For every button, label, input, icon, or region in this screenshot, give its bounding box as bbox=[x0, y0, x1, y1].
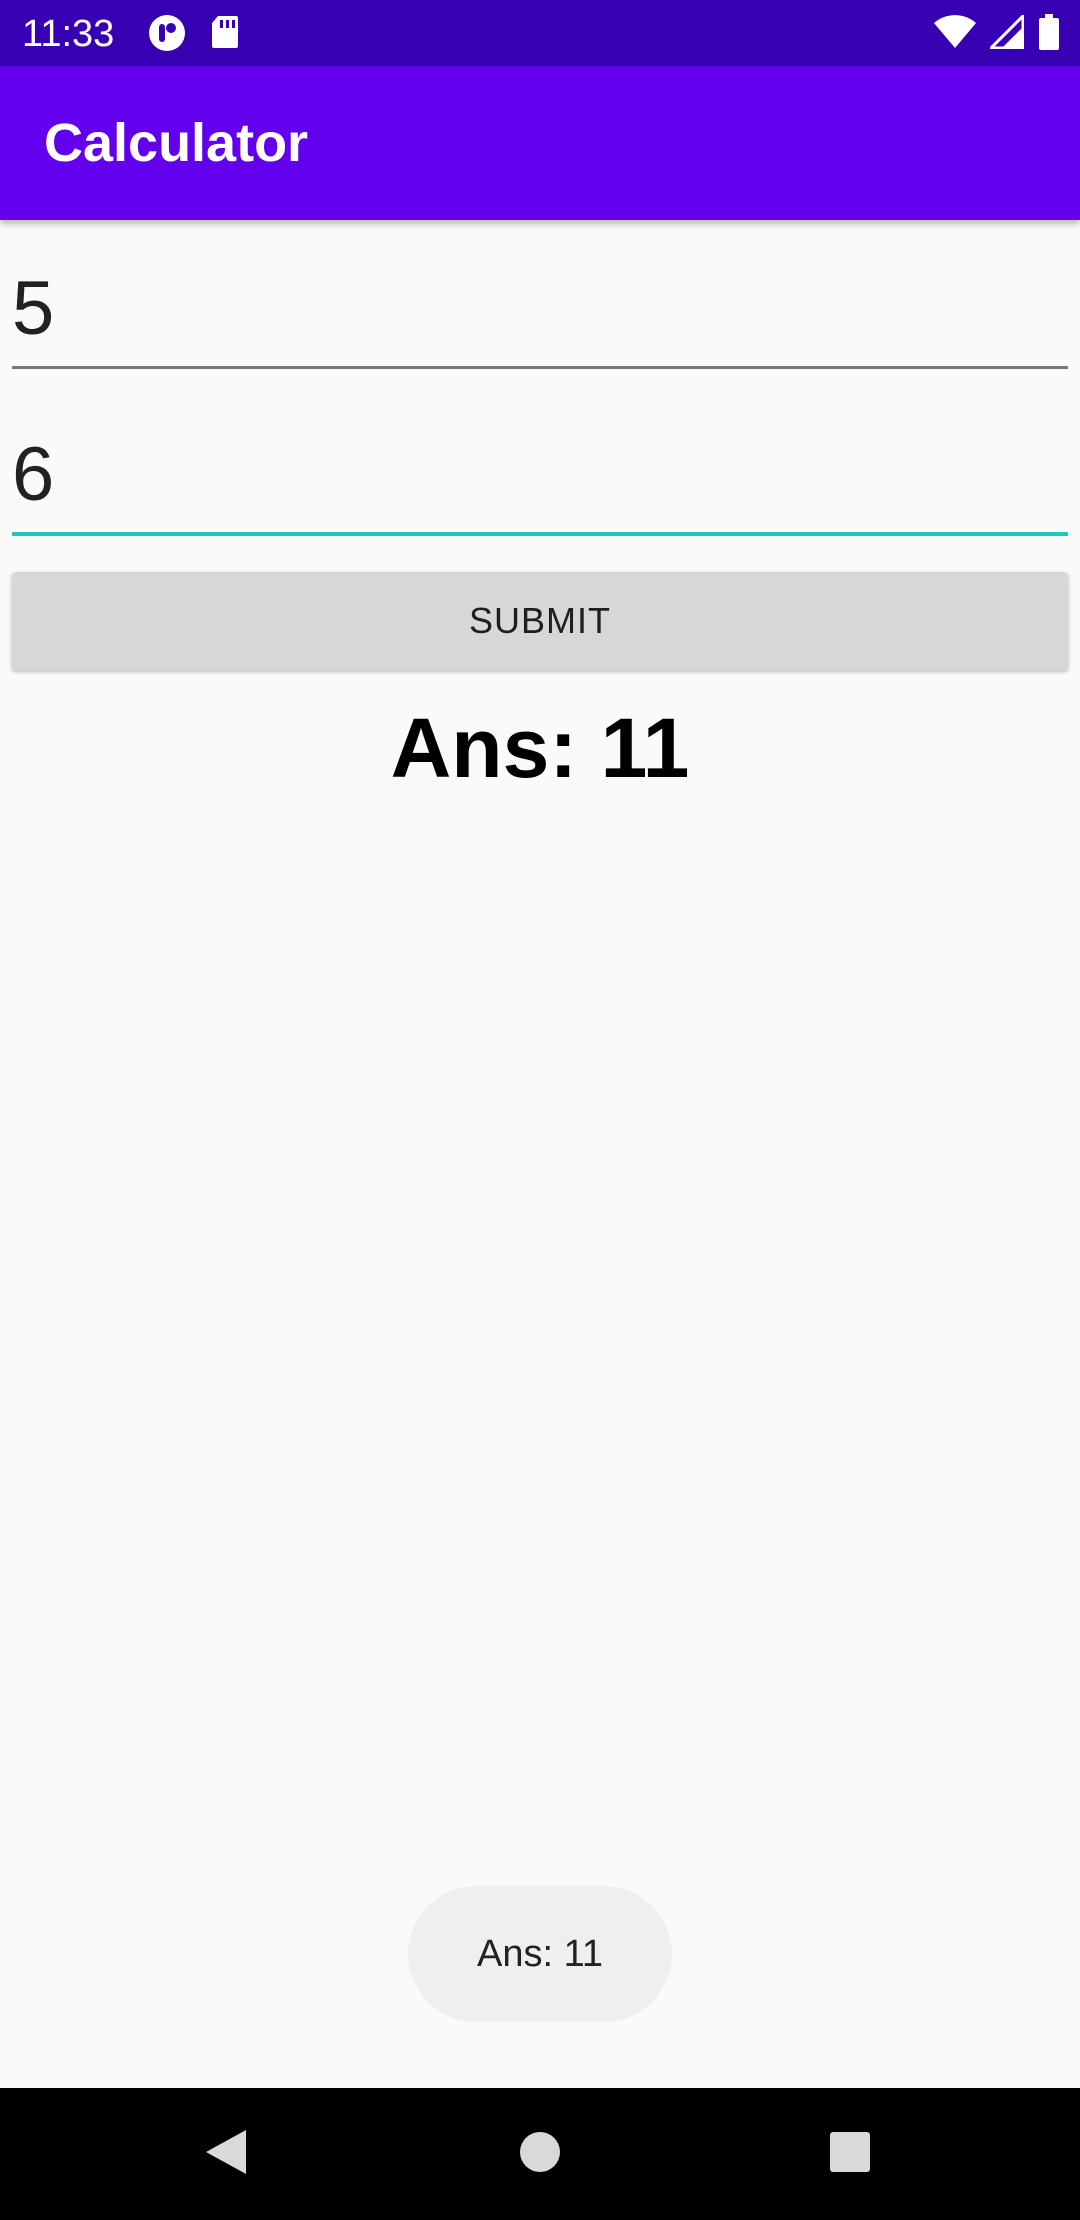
home-button[interactable] bbox=[500, 2088, 580, 2220]
app-bar: Calculator bbox=[0, 66, 1080, 220]
home-icon bbox=[519, 2131, 561, 2178]
signal-icon bbox=[990, 15, 1024, 49]
sd-card-icon bbox=[210, 14, 240, 52]
back-button[interactable] bbox=[186, 2088, 266, 2220]
recents-button[interactable] bbox=[810, 2088, 890, 2220]
submit-button[interactable]: SUBMIT bbox=[12, 572, 1068, 670]
app-title: Calculator bbox=[44, 113, 309, 173]
recents-icon bbox=[829, 2131, 871, 2178]
first-number-input[interactable] bbox=[12, 250, 1068, 366]
notification-app-icon bbox=[148, 14, 186, 52]
first-number-field[interactable] bbox=[12, 250, 1068, 369]
wifi-icon bbox=[934, 15, 976, 49]
calculator-screen: 11:33 Calculator 5 6 SUBMIT Ans: 11 Ans:… bbox=[0, 0, 1080, 2220]
back-icon bbox=[204, 2128, 248, 2181]
second-number-input[interactable] bbox=[12, 416, 1068, 532]
second-number-field[interactable] bbox=[12, 416, 1068, 536]
status-time: 11:33 bbox=[22, 13, 115, 55]
navigation-bar bbox=[0, 2088, 1080, 2220]
status-bar: 11:33 bbox=[0, 0, 1080, 66]
battery-icon bbox=[1038, 14, 1060, 50]
toast-message: Ans: 11 bbox=[408, 1886, 672, 2022]
answer-text: Ans: 11 bbox=[390, 701, 690, 795]
